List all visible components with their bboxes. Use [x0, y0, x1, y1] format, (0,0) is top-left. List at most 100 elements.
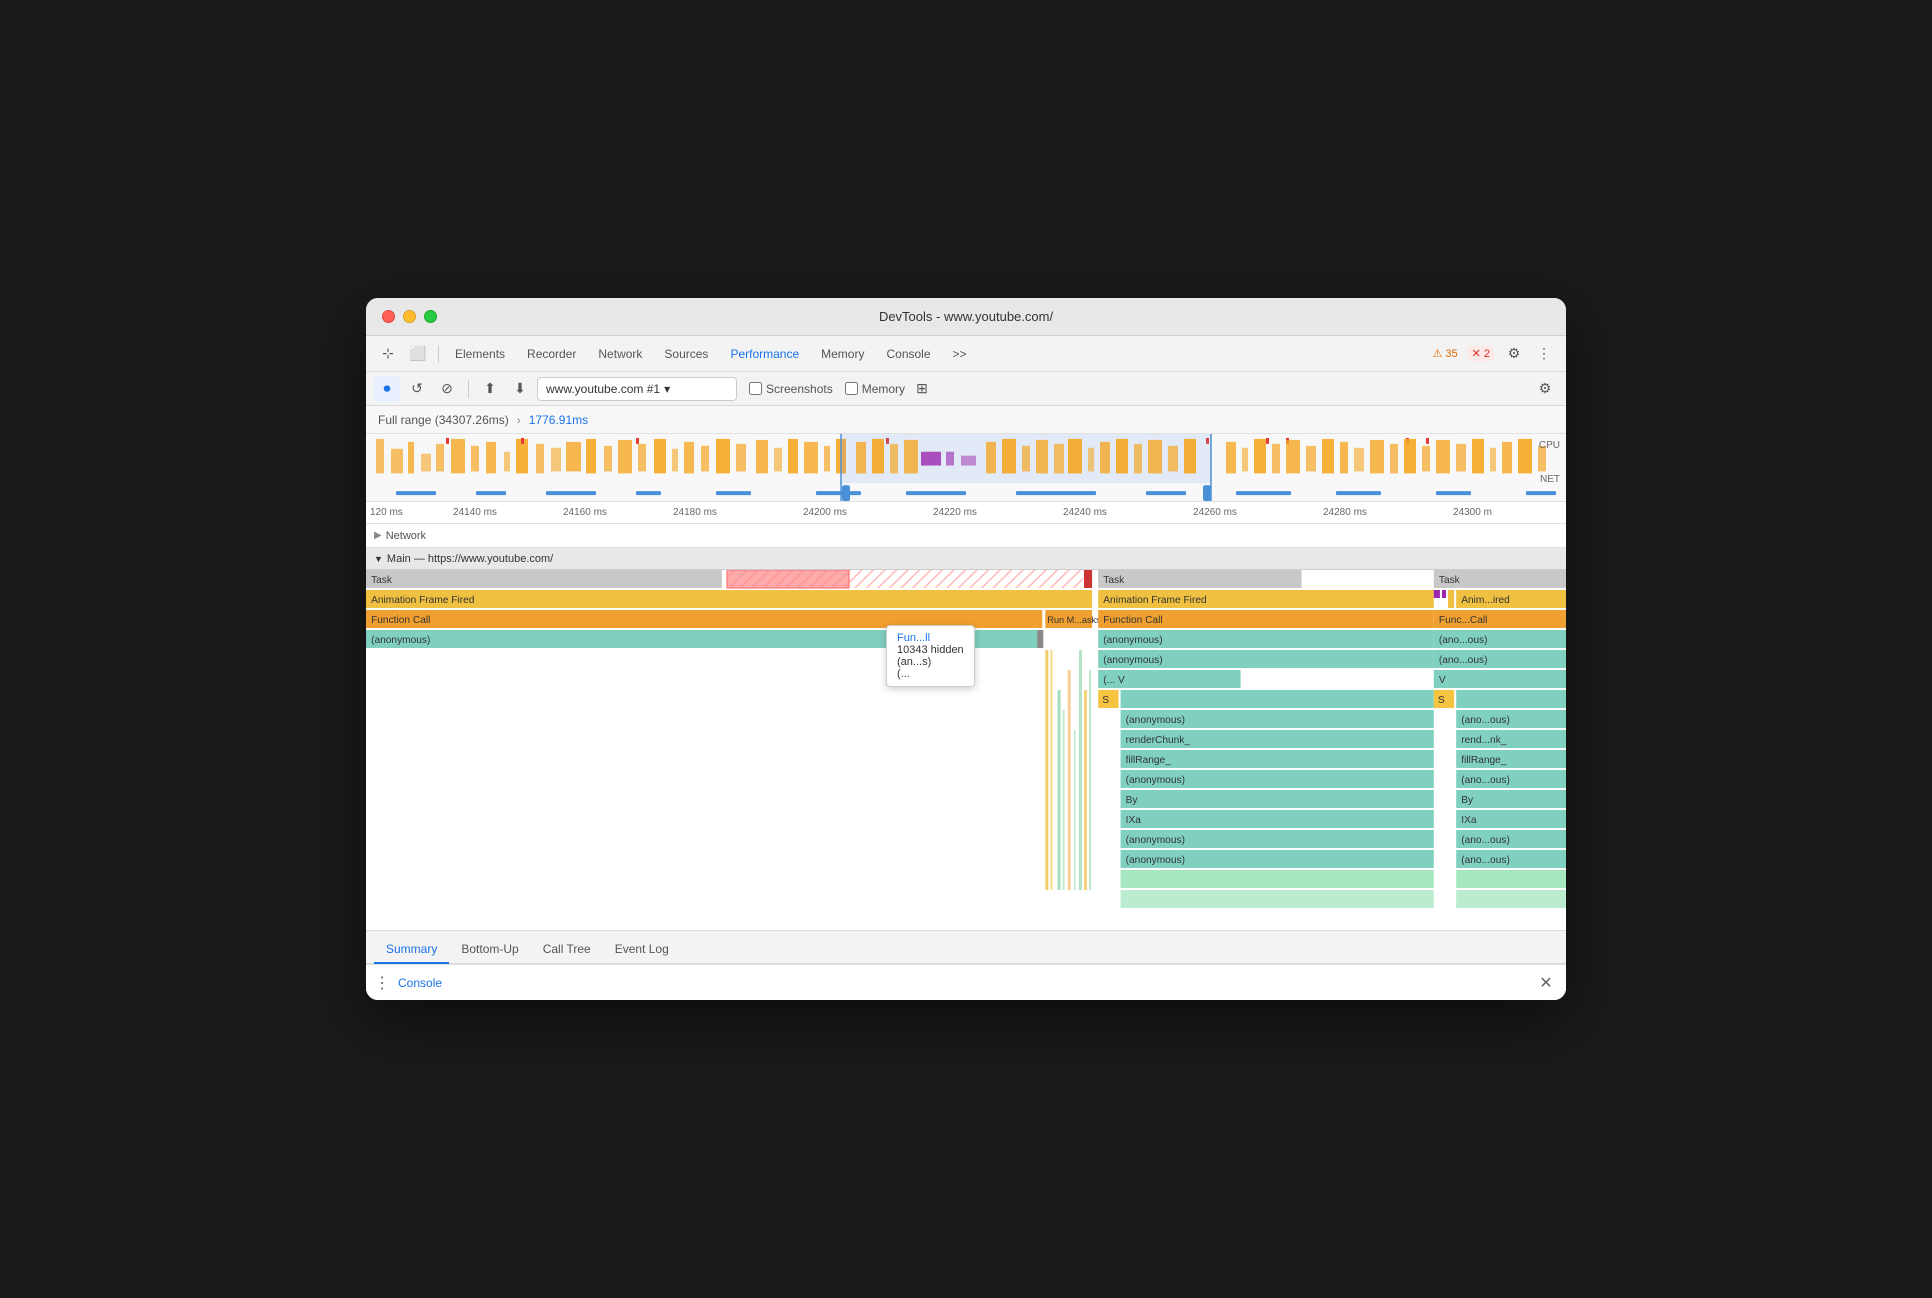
svg-text:Run M...asks: Run M...asks [1047, 615, 1101, 625]
window-title: DevTools - www.youtube.com/ [879, 309, 1053, 324]
net-label: NET [1540, 474, 1560, 485]
range-info: Full range (34307.26ms) › 1776.91ms [366, 406, 1566, 434]
tab-elements[interactable]: Elements [445, 340, 515, 368]
tab-more[interactable]: >> [943, 340, 977, 368]
tab-recorder[interactable]: Recorder [517, 340, 586, 368]
svg-text:(anonymous): (anonymous) [1103, 635, 1162, 646]
tab-bottom-up[interactable]: Bottom-Up [449, 936, 530, 964]
svg-text:(ano...ous): (ano...ous) [1461, 775, 1510, 786]
toolbar-settings-icon[interactable]: ⚙ [1532, 376, 1558, 402]
minimize-button[interactable] [403, 310, 416, 323]
svg-text:fillRange_: fillRange_ [1461, 755, 1507, 766]
svg-text:(... V: (... V [1103, 675, 1125, 686]
svg-text:(anonymous): (anonymous) [1126, 715, 1185, 726]
settings-icon[interactable]: ⚙ [1500, 340, 1528, 368]
timeline-scale: 120 ms 24140 ms 24160 ms 24180 ms 24200 … [366, 502, 1566, 524]
full-range-label: Full range (34307.26ms) [378, 413, 509, 427]
error-count: 2 [1484, 348, 1490, 360]
svg-text:(ano...ous): (ano...ous) [1461, 835, 1510, 846]
scale-24200: 24200 ms [803, 507, 847, 518]
flame-section-title: Main — https://www.youtube.com/ [387, 553, 553, 565]
more-options-icon[interactable]: ⋮ [1530, 340, 1558, 368]
download-button[interactable]: ⬇ [507, 376, 533, 402]
tab-event-log[interactable]: Event Log [603, 936, 681, 964]
memory-checkbox[interactable] [845, 382, 858, 395]
svg-text:Function Call: Function Call [1103, 615, 1162, 626]
upload-button[interactable]: ⬆ [477, 376, 503, 402]
scale-120: 120 ms [370, 507, 403, 518]
svg-text:(anonymous): (anonymous) [1126, 775, 1185, 786]
url-selector[interactable]: www.youtube.com #1 ▾ [537, 377, 737, 401]
scale-24160: 24160 ms [563, 507, 607, 518]
toolbar-separator [468, 380, 469, 398]
flame-chart-body[interactable]: Task Task Task [366, 570, 1566, 930]
title-bar: DevTools - www.youtube.com/ [366, 298, 1566, 336]
svg-text:IXa: IXa [1461, 815, 1477, 826]
close-console-button[interactable]: ✕ [1534, 971, 1558, 995]
svg-text:Func...Call: Func...Call [1439, 615, 1488, 626]
tab-summary[interactable]: Summary [374, 936, 449, 964]
scale-24180: 24180 ms [673, 507, 717, 518]
tab-network[interactable]: Network [588, 340, 652, 368]
flame-section-header: ▼ Main — https://www.youtube.com/ [366, 548, 1566, 570]
performance-toolbar: ⏺ ↺ ⊘ ⬆ ⬇ www.youtube.com #1 ▾ Screensho… [366, 372, 1566, 406]
tab-sources[interactable]: Sources [654, 340, 718, 368]
reload-button[interactable]: ↺ [404, 376, 430, 402]
svg-text:By: By [1461, 795, 1474, 806]
tab-memory[interactable]: Memory [811, 340, 874, 368]
timeline-overview[interactable]: CPU NET [366, 434, 1566, 502]
svg-text:V: V [1439, 675, 1446, 686]
svg-text:Task: Task [371, 575, 393, 586]
traffic-lights [382, 310, 437, 323]
screenshots-checkbox[interactable] [749, 382, 762, 395]
network-section[interactable]: ▶ Network [366, 524, 1566, 548]
svg-text:Anim...ired: Anim...ired [1461, 595, 1510, 606]
scale-24260: 24260 ms [1193, 507, 1237, 518]
svg-text:(anonymous): (anonymous) [1126, 855, 1185, 866]
screenshots-toggle[interactable]: Screenshots [749, 382, 833, 396]
tab-console[interactable]: Console [876, 340, 940, 368]
svg-text:S: S [1102, 695, 1109, 706]
range-arrow-icon: › [517, 413, 521, 427]
svg-text:(anonymous): (anonymous) [1103, 655, 1162, 666]
collapse-arrow-icon: ▼ [374, 554, 383, 564]
scale-24140: 24140 ms [453, 507, 497, 518]
svg-text:(ano...ous): (ano...ous) [1439, 635, 1488, 646]
tab-performance[interactable]: Performance [720, 340, 809, 368]
memory-extra-icon[interactable]: ⊞ [909, 376, 935, 402]
url-text: www.youtube.com #1 [546, 382, 660, 396]
svg-text:(ano...ous): (ano...ous) [1461, 855, 1510, 866]
svg-text:(ano...ous): (ano...ous) [1439, 655, 1488, 666]
record-button[interactable]: ⏺ [374, 376, 400, 402]
memory-label: Memory [862, 382, 905, 396]
svg-text:Task: Task [1439, 575, 1461, 586]
warning-count: 35 [1445, 348, 1457, 360]
close-button[interactable] [382, 310, 395, 323]
memory-toggle[interactable]: Memory [845, 382, 905, 396]
svg-text:(anonymous): (anonymous) [1126, 835, 1185, 846]
tab-call-tree[interactable]: Call Tree [531, 936, 603, 964]
svg-text:rend...nk_: rend...nk_ [1461, 735, 1507, 746]
console-bar: ⋮ Console ✕ [366, 964, 1566, 1000]
expand-network-icon: ▶ [374, 530, 382, 541]
svg-text:By: By [1126, 795, 1139, 806]
console-menu-icon[interactable]: ⋮ [374, 973, 390, 993]
flame-chart: ▼ Main — https://www.youtube.com/ Task [366, 548, 1566, 930]
nav-separator [438, 345, 439, 363]
clear-button[interactable]: ⊘ [434, 376, 460, 402]
bottom-tab-bar: Summary Bottom-Up Call Tree Event Log [366, 930, 1566, 964]
inspect-icon[interactable]: ⊹ [374, 340, 402, 368]
cpu-label: CPU [1539, 440, 1560, 451]
device-toolbar-icon[interactable]: ⬜ [404, 340, 432, 368]
screenshots-label: Screenshots [766, 382, 833, 396]
error-icon: ✕ [1472, 347, 1481, 360]
maximize-button[interactable] [424, 310, 437, 323]
svg-text:renderChunk_: renderChunk_ [1126, 735, 1191, 746]
tooltip-line2: 10343 hidden [897, 644, 964, 656]
warning-icon: ⚠ [1433, 347, 1443, 360]
network-label: Network [386, 530, 426, 542]
selected-range-label: 1776.91ms [529, 413, 588, 427]
scale-24240: 24240 ms [1063, 507, 1107, 518]
svg-text:Animation Frame Fired: Animation Frame Fired [371, 595, 474, 606]
console-label[interactable]: Console [398, 976, 442, 990]
